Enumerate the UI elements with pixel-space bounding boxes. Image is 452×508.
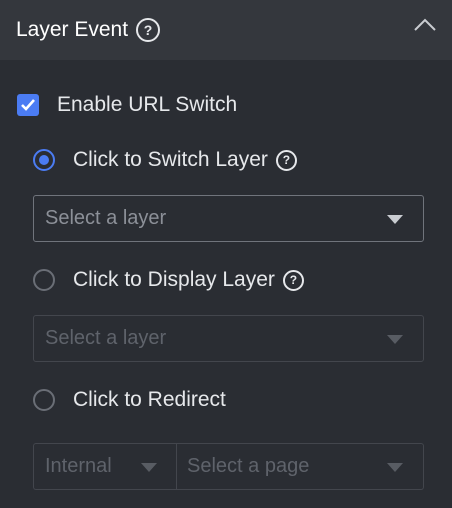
enable-url-switch-label: Enable URL Switch	[57, 93, 238, 116]
select-divider	[176, 443, 177, 489]
caret-down-icon	[141, 462, 157, 472]
chevron-up-icon[interactable]	[414, 18, 436, 32]
option-switch-layer[interactable]: Click to Switch Layer ?	[33, 148, 297, 172]
help-icon[interactable]: ?	[282, 269, 304, 291]
display-layer-select-placeholder: Select a layer	[45, 327, 167, 349]
enable-url-switch[interactable]: Enable URL Switch	[17, 93, 237, 117]
switch-layer-select-placeholder: Select a layer	[45, 207, 167, 229]
display-layer-radio[interactable]	[33, 269, 55, 291]
redirect-page-select: Select a page	[176, 443, 424, 490]
switch-layer-label: Click to Switch Layer	[73, 148, 268, 171]
help-icon[interactable]: ?	[136, 18, 161, 42]
redirect-type-select: Internal	[33, 443, 177, 490]
switch-layer-select[interactable]: Select a layer	[33, 195, 424, 242]
caret-down-icon	[387, 334, 403, 344]
help-icon[interactable]: ?	[275, 149, 297, 171]
panel-title: Layer Event	[16, 18, 129, 41]
redirect-radio[interactable]	[33, 389, 55, 411]
redirect-page-placeholder: Select a page	[187, 455, 310, 477]
enable-url-switch-checkbox[interactable]	[17, 94, 39, 116]
checkmark-icon	[21, 99, 35, 111]
caret-down-icon	[387, 462, 403, 472]
option-redirect[interactable]: Click to Redirect	[33, 388, 226, 412]
display-layer-label: Click to Display Layer	[73, 268, 275, 291]
switch-layer-radio[interactable]	[33, 149, 55, 171]
panel-header[interactable]: Layer Event ?	[0, 0, 452, 60]
redirect-type-value: Internal	[45, 455, 112, 477]
option-display-layer[interactable]: Click to Display Layer ?	[33, 268, 304, 292]
redirect-label: Click to Redirect	[73, 388, 226, 411]
caret-down-icon	[387, 214, 403, 224]
display-layer-select: Select a layer	[33, 315, 424, 362]
